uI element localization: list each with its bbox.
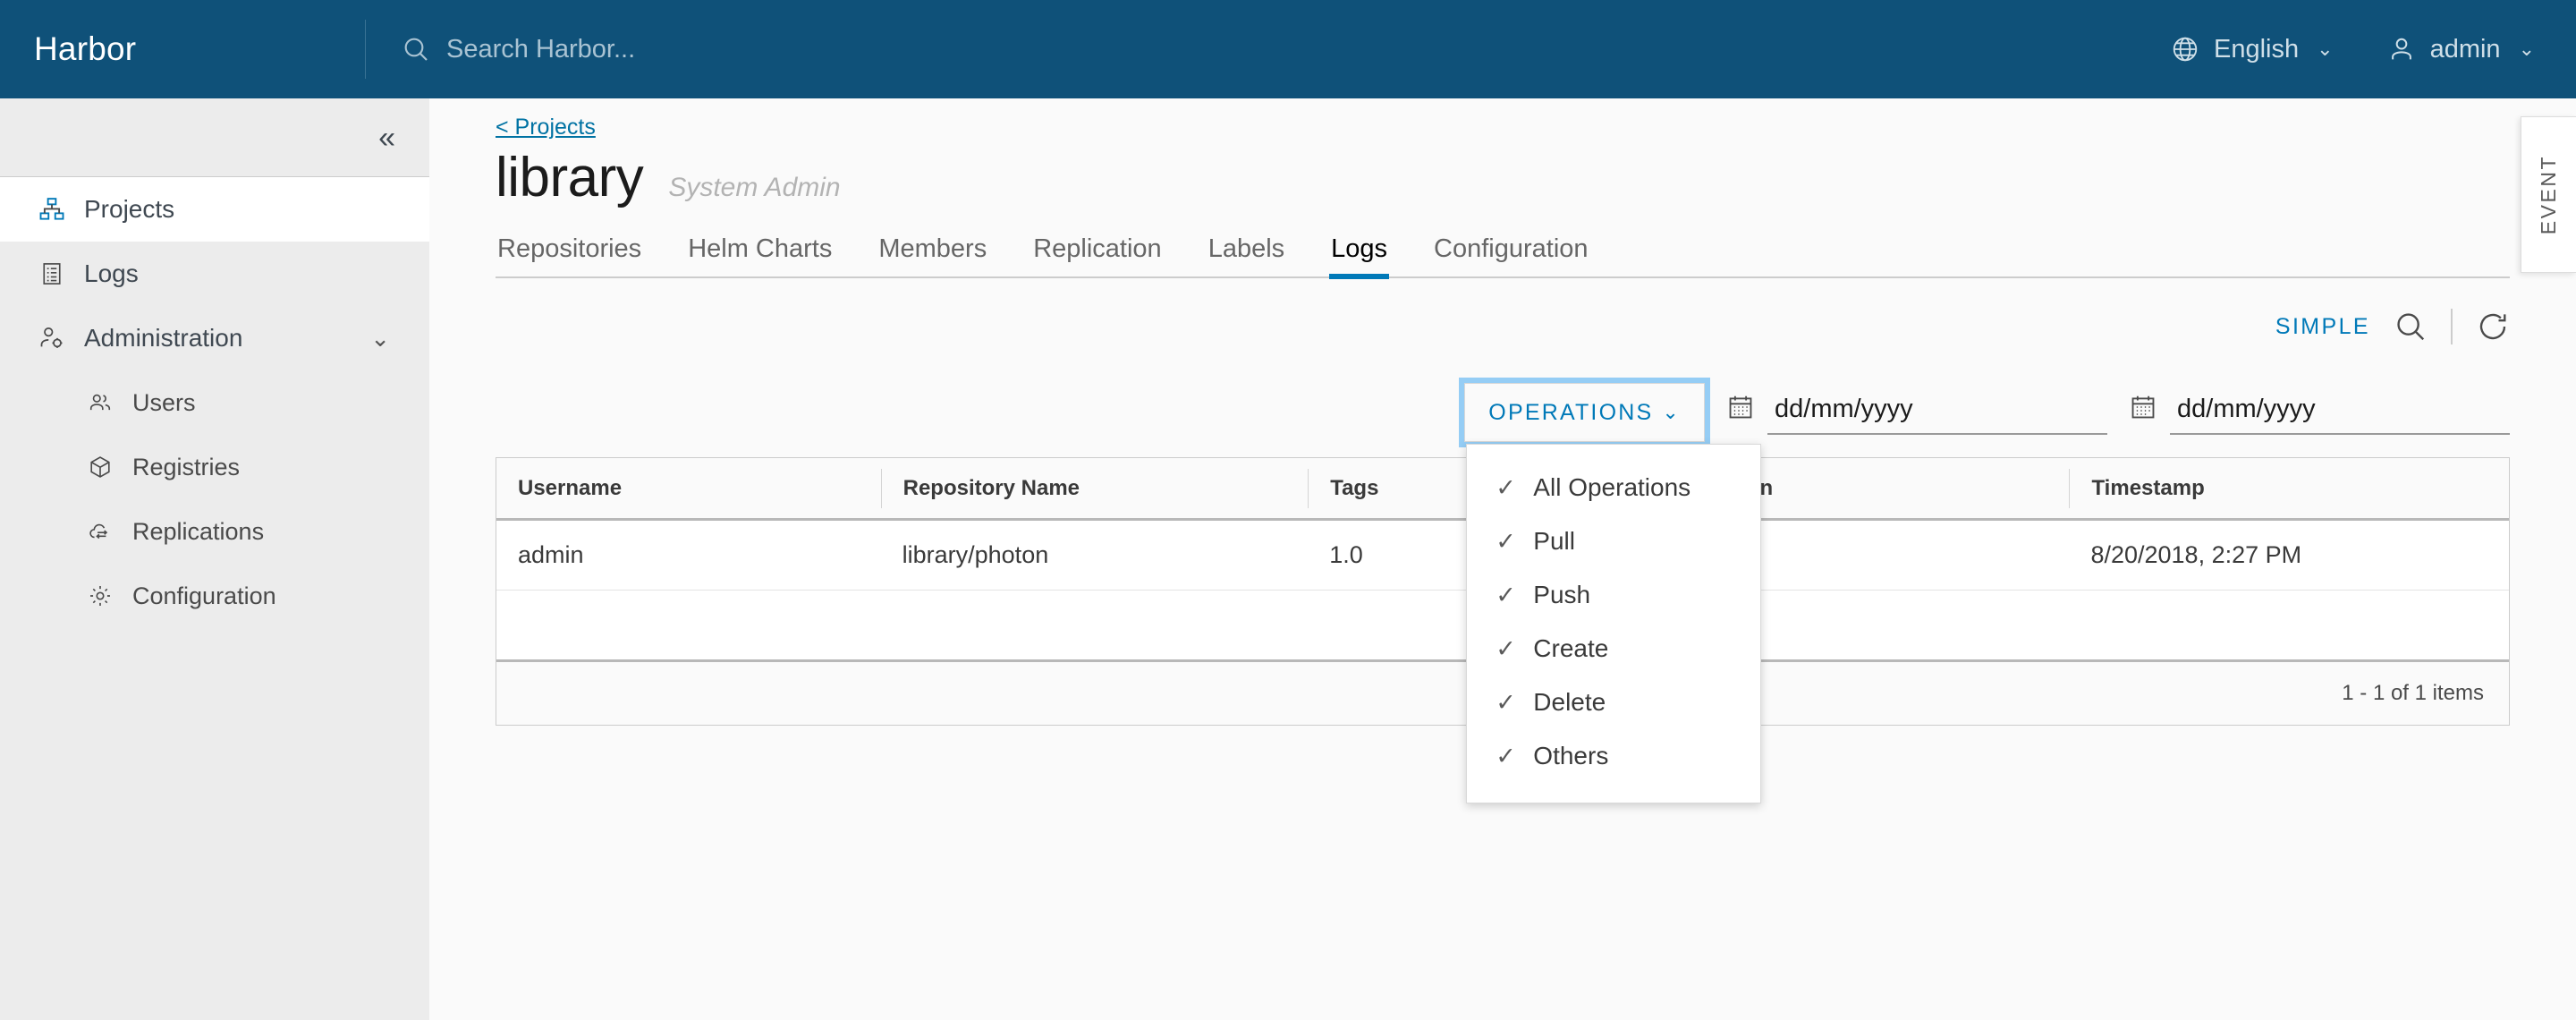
username-label: admin [2429, 34, 2501, 64]
cloud-sync-icon [86, 517, 114, 546]
cell-username: admin [518, 541, 584, 568]
sidebar-label-administration: Administration [84, 324, 243, 352]
column-header-timestamp[interactable]: Timestamp [2069, 468, 2509, 508]
dropdown-item-all-operations[interactable]: ✓ All Operations [1467, 461, 1760, 514]
sidebar-collapse-button[interactable]: « [0, 98, 429, 177]
tab-helm-charts[interactable]: Helm Charts [686, 227, 834, 276]
cube-icon [86, 453, 114, 481]
sidebar-label-replications: Replications [132, 517, 265, 545]
sidebar-label-configuration: Configuration [132, 582, 276, 609]
sidebar-label-logs: Logs [84, 259, 139, 287]
check-icon: ✓ [1496, 473, 1516, 501]
user-icon [2387, 35, 2416, 64]
global-search[interactable]: Search Harbor... [366, 0, 2171, 98]
sidebar-label-users: Users [132, 388, 196, 416]
dropdown-label-all-operations: All Operations [1533, 473, 1691, 501]
sidebar-item-replications[interactable]: Replications [0, 499, 429, 564]
calendar-icon[interactable] [1726, 393, 1755, 426]
dropdown-item-pull[interactable]: ✓ Pull [1467, 514, 1760, 568]
operations-filter-wrapper: OPERATIONS ⌄ ✓ All Operations ✓ Pull ✓ P… [1459, 378, 1762, 803]
chevron-down-icon: ⌄ [2317, 38, 2334, 60]
chevron-down-icon: ⌄ [2518, 38, 2535, 60]
operations-button-label: OPERATIONS [1488, 399, 1654, 425]
date-from-input[interactable] [1767, 390, 2107, 435]
dropdown-item-create[interactable]: ✓ Create [1467, 622, 1760, 676]
project-tabs: Repositories Helm Charts Members Replica… [496, 227, 2510, 279]
sidebar-item-configuration[interactable]: Configuration [0, 564, 429, 628]
date-from-field [1726, 390, 2107, 435]
check-icon: ✓ [1496, 688, 1516, 716]
sidebar-item-registries[interactable]: Registries [0, 435, 429, 499]
sidebar-item-administration[interactable]: Administration ⌄ [0, 306, 429, 370]
cell-repository-name: library/photon [902, 541, 1049, 568]
check-icon: ✓ [1496, 527, 1516, 555]
user-menu[interactable]: admin ⌄ [2387, 35, 2535, 64]
calendar-icon[interactable] [2129, 393, 2157, 426]
cell-timestamp: 8/20/2018, 2:27 PM [2090, 541, 2302, 568]
column-header-username[interactable]: Username [496, 469, 881, 508]
dropdown-item-delete[interactable]: ✓ Delete [1467, 676, 1760, 729]
breadcrumb-projects-link[interactable]: < Projects [496, 115, 596, 140]
top-header: Harbor Search Harbor... English ⌄ admin … [0, 0, 2576, 98]
language-selector[interactable]: English ⌄ [2171, 35, 2334, 64]
chevron-down-icon: ⌄ [1662, 401, 1681, 423]
tab-replication[interactable]: Replication [1031, 227, 1163, 276]
pagination-label: 1 - 1 of 1 items [2342, 681, 2484, 705]
language-label: English [2214, 34, 2300, 64]
sidebar-item-logs[interactable]: Logs [0, 242, 429, 306]
sidebar-item-users[interactable]: Users [0, 370, 429, 435]
globe-icon [2171, 35, 2199, 64]
tab-configuration[interactable]: Configuration [1432, 227, 1590, 276]
sidebar-label-projects: Projects [84, 195, 175, 223]
sidebar-nav: « Projects Logs Administration ⌄ Users R… [0, 98, 429, 1020]
logs-toolbar: SIMPLE [496, 284, 2510, 370]
toolbar-divider [2451, 309, 2453, 344]
harbor-app: Harbor Search Harbor... English ⌄ admin … [0, 0, 2576, 1020]
event-side-panel-tab[interactable]: EVENT [2521, 116, 2576, 273]
dropdown-item-push[interactable]: ✓ Push [1467, 568, 1760, 622]
brand-label: Harbor [34, 30, 137, 67]
double-chevron-left-icon: « [378, 120, 395, 155]
tab-logs[interactable]: Logs [1329, 227, 1389, 279]
event-tab-label: EVENT [2537, 154, 2560, 235]
check-icon: ✓ [1496, 742, 1516, 769]
dropdown-label-push: Push [1533, 581, 1591, 608]
dropdown-label-delete: Delete [1533, 688, 1606, 716]
chevron-down-icon[interactable]: ⌄ [370, 325, 390, 353]
gear-icon [86, 582, 114, 610]
brand-logo[interactable]: Harbor [0, 0, 365, 98]
operations-dropdown-button[interactable]: OPERATIONS ⌄ [1459, 378, 1710, 447]
dropdown-label-pull: Pull [1533, 527, 1575, 555]
sidebar-label-registries: Registries [132, 453, 241, 480]
project-role-label: System Admin [668, 173, 841, 202]
simple-filter-toggle[interactable]: SIMPLE [2275, 314, 2370, 340]
tab-members[interactable]: Members [877, 227, 988, 276]
org-chart-icon [38, 195, 66, 224]
sidebar-item-projects[interactable]: Projects [0, 177, 429, 242]
refresh-icon[interactable] [2476, 310, 2510, 344]
main-content: < Projects library System Admin Reposito… [429, 98, 2576, 1020]
page-title: library [496, 147, 644, 208]
date-to-field [2129, 390, 2510, 435]
user-gear-icon [38, 324, 66, 353]
search-icon[interactable] [2394, 310, 2428, 344]
page-title-row: library System Admin [496, 146, 2510, 209]
logs-filter-row: OPERATIONS ⌄ ✓ All Operations ✓ Pull ✓ P… [496, 378, 2510, 803]
dropdown-label-others: Others [1533, 742, 1609, 769]
header-actions: English ⌄ admin ⌄ [2171, 0, 2576, 98]
tab-labels[interactable]: Labels [1207, 227, 1286, 276]
dropdown-item-others[interactable]: ✓ Others [1467, 729, 1760, 783]
dropdown-label-create: Create [1533, 634, 1609, 662]
column-header-repository-name[interactable]: Repository Name [880, 468, 1309, 508]
date-to-input[interactable] [2170, 390, 2510, 435]
list-document-icon [38, 259, 66, 288]
tab-repositories[interactable]: Repositories [496, 227, 643, 276]
operations-dropdown-menu: ✓ All Operations ✓ Pull ✓ Push ✓ Create [1466, 444, 1762, 803]
users-icon [86, 388, 114, 417]
search-placeholder-text: Search Harbor... [446, 34, 636, 64]
check-icon: ✓ [1496, 634, 1516, 662]
check-icon: ✓ [1496, 581, 1516, 608]
search-icon [402, 35, 430, 64]
